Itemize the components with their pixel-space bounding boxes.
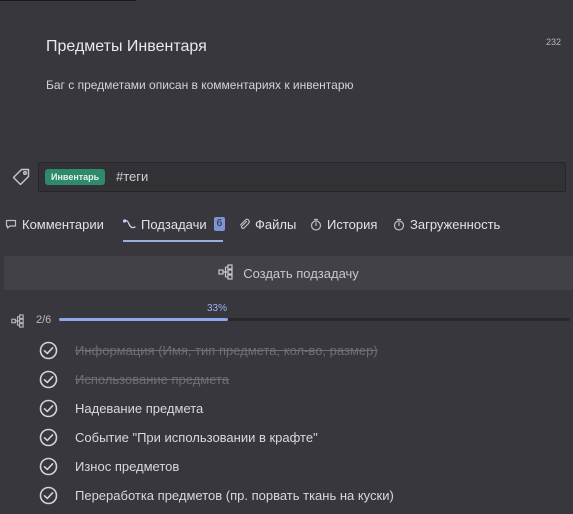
tab-comments-label: Комментарии	[22, 216, 104, 232]
subtasks-icon	[123, 218, 136, 230]
subtask-label[interactable]: Информация (Имя, тип предмета, кол-во, р…	[75, 343, 378, 358]
tab-workload[interactable]: Загруженность	[393, 211, 500, 237]
subtask-row[interactable]: Надевание предмета	[0, 394, 573, 423]
tag-chip[interactable]: Инвентарь	[45, 169, 106, 185]
tab-files[interactable]: Файлы	[238, 211, 296, 237]
subtask-row[interactable]: Событие "При использовании в крафте"	[0, 423, 573, 452]
timer-icon	[393, 218, 405, 231]
tab-workload-label: Загруженность	[410, 216, 501, 232]
tab-history[interactable]: История	[310, 211, 377, 237]
progress-bar-fill	[59, 318, 228, 321]
subtask-row[interactable]: Переработка предметов (пр. порвать ткань…	[0, 481, 573, 510]
top-bar-edge	[0, 0, 136, 1]
tags-field[interactable]: Инвентарь #теги	[38, 162, 566, 192]
subtasks-count-badge: 6	[213, 217, 226, 231]
progress-bar	[59, 318, 570, 321]
subtask-tree-icon	[218, 263, 233, 283]
progress-percent: 33%	[207, 303, 228, 314]
subtask-row[interactable]: Износ предметов	[0, 452, 573, 481]
tab-bar: Комментарии Подзадачи 6 Файлы История За…	[0, 211, 573, 243]
create-subtask-button[interactable]: Создать подзадачу	[4, 256, 573, 290]
check-circle-icon[interactable]	[39, 428, 58, 450]
subtask-label[interactable]: Надевание предмета	[75, 401, 203, 416]
check-circle-icon[interactable]	[39, 486, 58, 508]
subtask-tree-icon	[11, 314, 24, 331]
task-number: 232	[545, 37, 561, 47]
check-circle-icon[interactable]	[39, 457, 58, 479]
check-circle-icon[interactable]	[39, 399, 58, 421]
paperclip-icon	[238, 218, 250, 230]
check-circle-icon[interactable]	[39, 370, 58, 392]
subtask-row[interactable]: Информация (Имя, тип предмета, кол-во, р…	[0, 336, 573, 365]
task-description[interactable]: Баг с предметами описан в комментариях к…	[46, 78, 354, 92]
subtask-label[interactable]: Переработка предметов (пр. порвать ткань…	[75, 488, 394, 503]
tab-subtasks-label: Подзадачи	[141, 216, 207, 232]
create-subtask-label: Создать подзадачу	[243, 265, 359, 281]
tab-subtasks[interactable]: Подзадачи 6	[123, 211, 226, 237]
timer-icon	[310, 218, 322, 231]
tab-history-label: История	[327, 216, 378, 232]
subtask-label[interactable]: Использование предмета	[75, 372, 229, 387]
active-tab-indicator	[123, 240, 223, 242]
tag-icon	[11, 167, 31, 187]
subtask-label[interactable]: Событие "При использовании в крафте"	[75, 430, 318, 445]
subtask-label[interactable]: Износ предметов	[75, 459, 179, 474]
check-circle-icon[interactable]	[39, 341, 58, 363]
tab-files-label: Файлы	[255, 216, 297, 232]
tab-comments[interactable]: Комментарии	[5, 211, 104, 237]
subtask-row[interactable]: Использование предмета	[0, 365, 573, 394]
tags-input[interactable]: #теги	[116, 169, 148, 184]
progress-count: 2/6	[36, 314, 52, 326]
comment-icon	[5, 218, 17, 230]
task-title[interactable]: Предметы Инвентаря	[46, 38, 207, 56]
